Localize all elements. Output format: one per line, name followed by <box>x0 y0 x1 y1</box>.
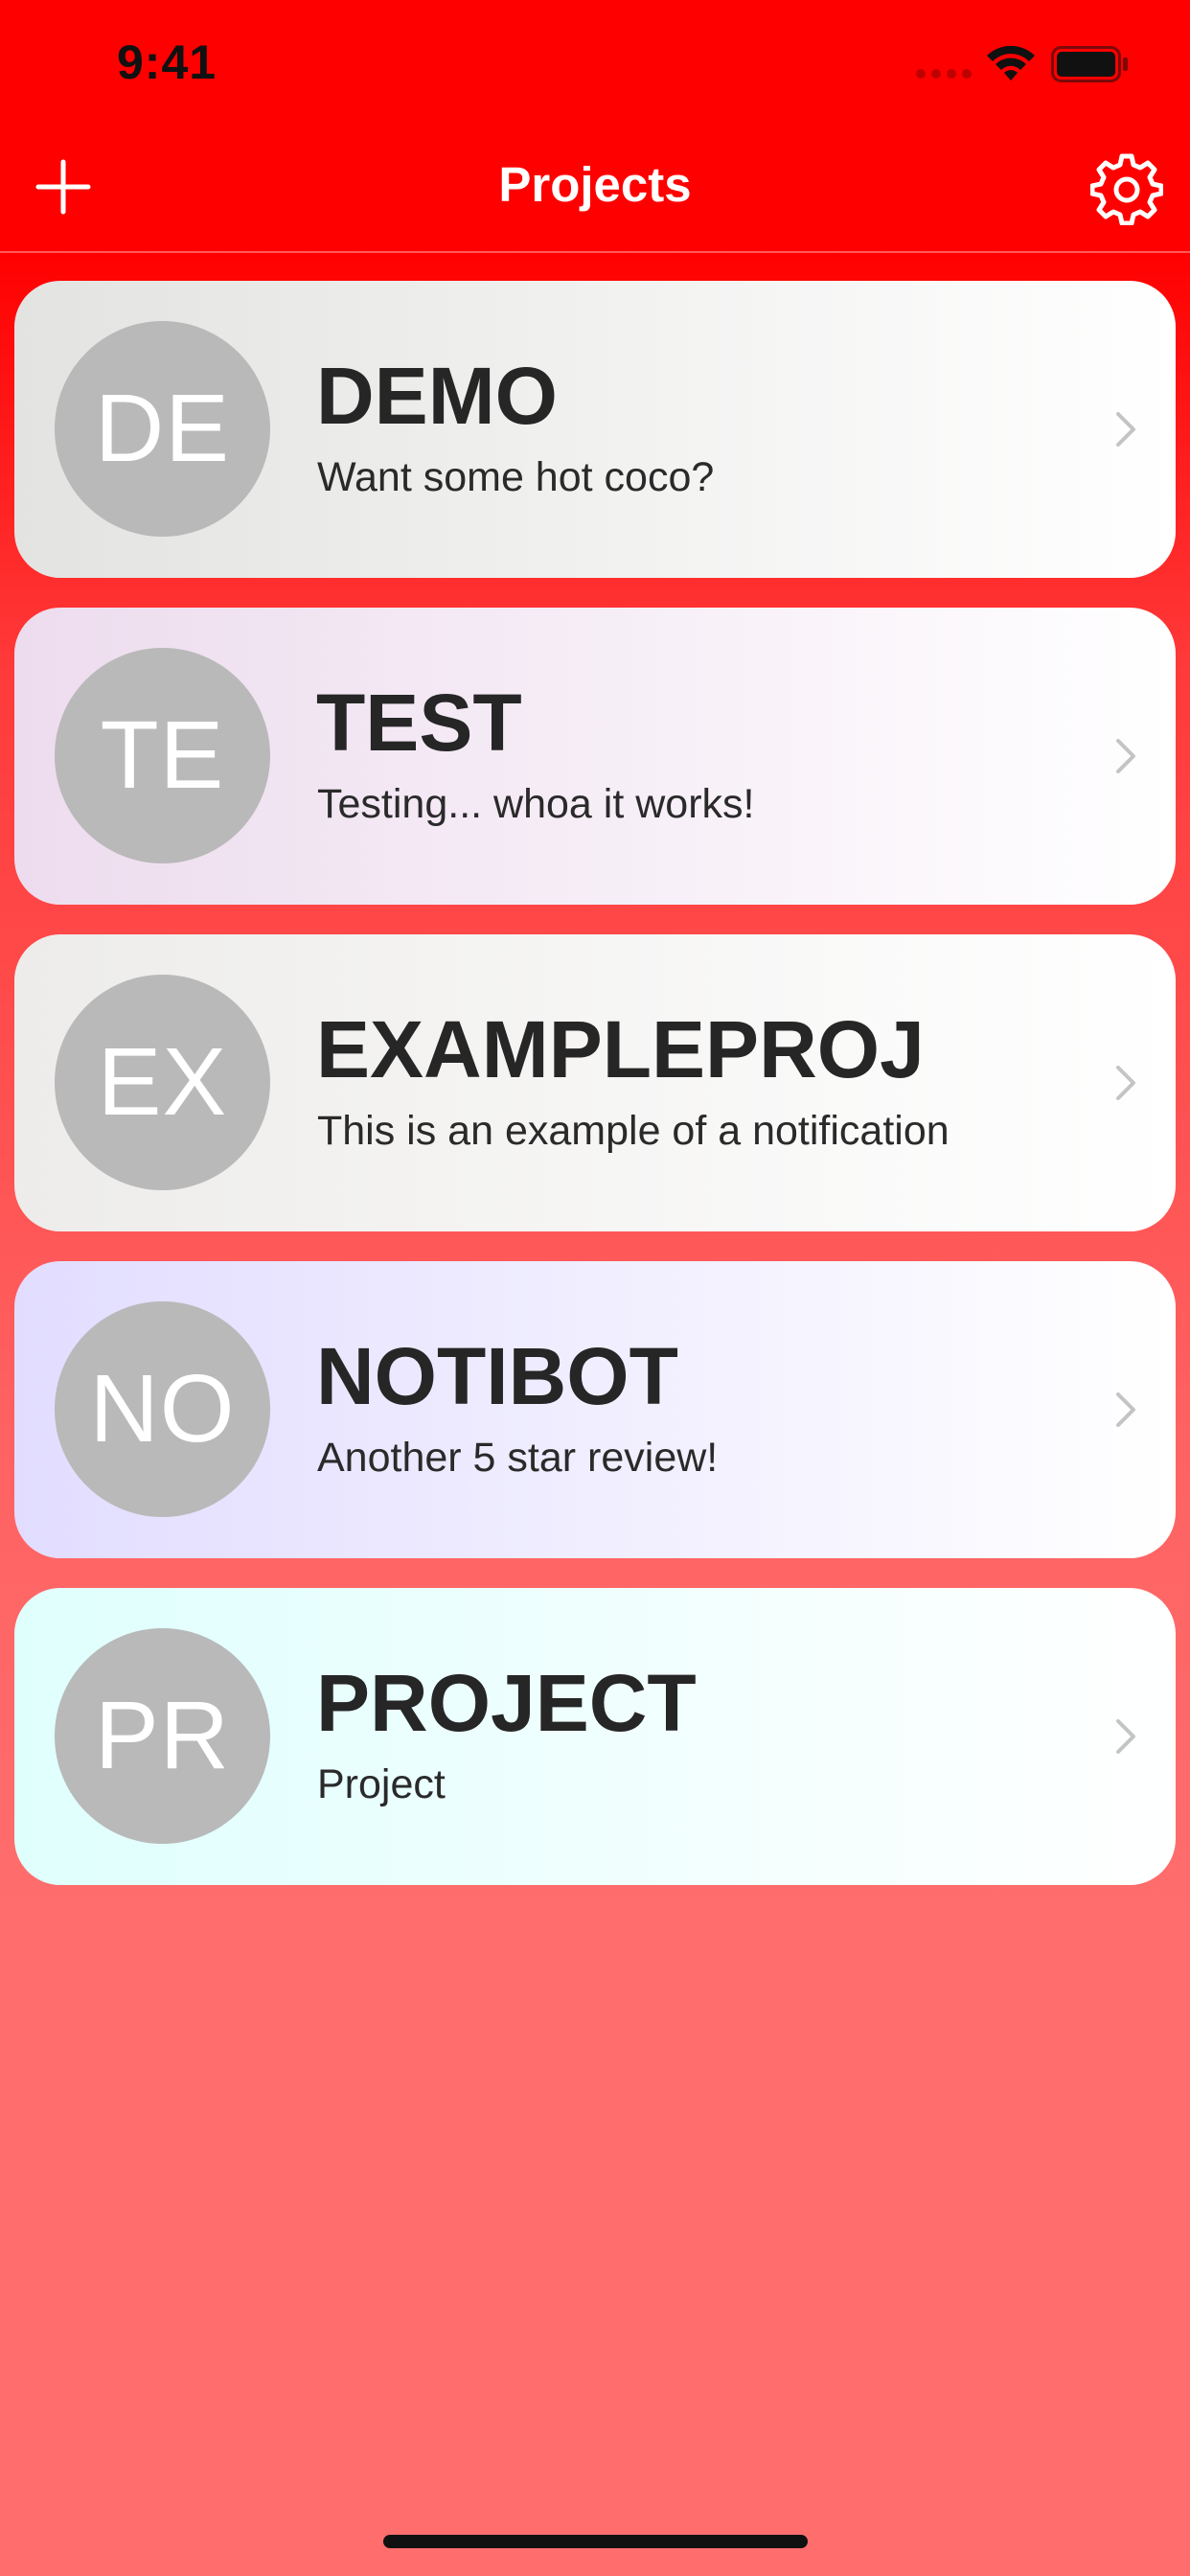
project-notification: Testing... whoa it works! <box>317 781 755 827</box>
project-list: DE DEMO Want some hot coco? TE TEST Test… <box>14 281 1176 1915</box>
wifi-icon <box>987 45 1035 80</box>
project-notification: Project <box>317 1761 446 1807</box>
project-card-test[interactable]: TE TEST Testing... whoa it works! <box>14 608 1176 905</box>
project-card-notibot[interactable]: NO NOTIBOT Another 5 star review! <box>14 1261 1176 1558</box>
cellular-signal-icon <box>916 69 972 79</box>
avatar: DE <box>55 321 270 537</box>
project-title: NOTIBOT <box>316 1331 678 1421</box>
battery-icon <box>1051 46 1128 82</box>
project-title: TEST <box>316 678 522 768</box>
project-card-exampleproj[interactable]: EX EXAMPLEPROJ This is an example of a n… <box>14 934 1176 1231</box>
settings-button[interactable] <box>1090 152 1163 225</box>
status-bar: 9:41 <box>0 0 1190 129</box>
project-title: DEMO <box>316 351 558 441</box>
chevron-right-icon <box>1116 1392 1135 1427</box>
project-title: EXAMPLEPROJ <box>316 1004 925 1094</box>
status-time: 9:41 <box>117 35 217 89</box>
project-card-demo[interactable]: DE DEMO Want some hot coco? <box>14 281 1176 578</box>
chevron-right-icon <box>1116 412 1135 447</box>
project-card-project[interactable]: PR PROJECT Project <box>14 1588 1176 1885</box>
gear-icon <box>1090 153 1163 225</box>
avatar: PR <box>55 1628 270 1844</box>
navigation-bar: Projects <box>0 129 1190 253</box>
chevron-right-icon <box>1116 1719 1135 1754</box>
project-notification: This is an example of a notification <box>317 1108 950 1154</box>
project-notification: Another 5 star review! <box>317 1435 719 1481</box>
chevron-right-icon <box>1116 1066 1135 1100</box>
avatar: EX <box>55 975 270 1190</box>
project-title: PROJECT <box>316 1658 697 1748</box>
avatar: TE <box>55 648 270 863</box>
chevron-right-icon <box>1116 739 1135 773</box>
project-notification: Want some hot coco? <box>317 454 715 500</box>
avatar: NO <box>55 1301 270 1517</box>
home-indicator[interactable] <box>383 2535 808 2548</box>
page-title: Projects <box>498 157 692 212</box>
